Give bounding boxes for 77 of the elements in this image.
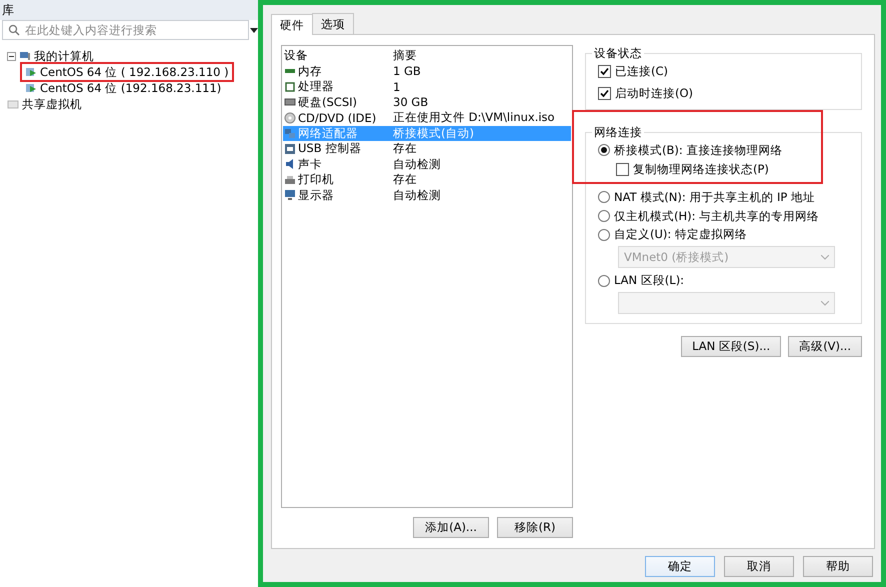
vm-icon <box>25 66 37 78</box>
device-row[interactable]: 处理器 1 <box>283 79 571 94</box>
network-button[interactable]: 高级(V)... <box>788 336 862 357</box>
option-label: 启动时连接(O) <box>615 86 694 101</box>
checkbox[interactable] <box>598 87 611 100</box>
computer-icon <box>19 50 31 62</box>
tree-item[interactable]: 我的计算机 <box>4 48 97 64</box>
device-summary: 存在 <box>392 172 418 188</box>
device-name: 硬盘(SCSI) <box>298 94 357 110</box>
usb-icon <box>284 142 296 155</box>
radio-button[interactable] <box>598 191 610 204</box>
option-label: 仅主机模式(H): 与主机共享的专用网络 <box>614 208 820 224</box>
dialog-button[interactable]: 取消 <box>724 556 794 577</box>
device-name: 声卡 <box>298 156 322 172</box>
option-label: 自定义(U): 特定虚拟网络 <box>614 227 747 242</box>
device-name: 内存 <box>298 64 322 79</box>
dialog-button[interactable]: 确定 <box>645 556 715 577</box>
network-icon <box>284 127 296 140</box>
column-header: 设备 <box>283 48 309 64</box>
device-button[interactable]: 移除(R) <box>497 517 573 538</box>
option-label: 复制物理网络连接状态(P) <box>633 162 769 177</box>
group-title: 网络连接 <box>592 125 644 140</box>
device-summary: 桥接模式(自动) <box>392 126 475 141</box>
option-label: 已连接(C) <box>615 64 668 79</box>
device-summary: 30 GB <box>392 95 430 110</box>
device-row[interactable]: 内存 1 GB <box>283 64 571 79</box>
dropdown-caret-icon[interactable] <box>250 28 258 32</box>
option-label: NAT 模式(N): 用于共享主机的 IP 地址 <box>614 190 815 205</box>
group-title: 设备状态 <box>592 46 644 61</box>
disc-icon <box>284 112 296 124</box>
vm-icon <box>25 82 37 94</box>
tree-item[interactable]: 共享虚拟机 <box>4 96 85 112</box>
checkbox[interactable] <box>616 162 629 176</box>
device-name: 打印机 <box>298 172 334 188</box>
device-name: 处理器 <box>298 79 334 94</box>
device-row[interactable]: 硬盘(SCSI) 30 GB <box>283 94 571 110</box>
device-summary: 1 GB <box>392 64 422 78</box>
chip-icon <box>284 80 296 93</box>
device-summary: 正在使用文件 D:\VM\linux.iso <box>392 110 556 126</box>
device-name: USB 控制器 <box>298 141 362 156</box>
tab[interactable]: 硬件 <box>271 14 313 35</box>
device-row[interactable]: 显示器 自动检测 <box>283 188 571 203</box>
monitor-icon <box>284 189 296 202</box>
tree-item[interactable]: CentOS 64 位 (192.168.23.111) <box>22 80 224 96</box>
device-summary: 自动检测 <box>392 156 442 172</box>
device-name: CD/DVD (IDE) <box>298 110 376 125</box>
device-summary: 自动检测 <box>392 188 442 203</box>
speaker-icon <box>284 158 296 170</box>
device-row[interactable]: USB 控制器 存在 <box>283 141 571 156</box>
device-name: 显示器 <box>298 188 334 203</box>
option-label: 桥接模式(B): 直接连接物理网络 <box>614 142 782 158</box>
radio-button[interactable] <box>598 210 610 222</box>
device-name: 网络适配器 <box>298 126 358 141</box>
dialog-button[interactable]: 帮助 <box>803 556 873 577</box>
shared-folder-icon <box>7 98 19 110</box>
search-field[interactable]: 在此处键入内容进行搜索 <box>2 20 249 40</box>
collapse-icon[interactable] <box>7 52 16 60</box>
option-label: LAN 区段(L): <box>614 273 684 288</box>
chevron-down-icon <box>821 254 829 260</box>
tab[interactable]: 选项 <box>312 13 354 34</box>
panel-title: 库 <box>2 3 14 17</box>
device-summary: 存在 <box>392 141 418 156</box>
device-row[interactable]: 打印机 存在 <box>283 172 571 188</box>
search-icon <box>8 24 20 36</box>
radio-button[interactable] <box>598 228 610 241</box>
device-row[interactable]: 声卡 自动检测 <box>283 156 571 172</box>
device-button[interactable]: 添加(A)... <box>413 517 489 538</box>
network-button[interactable]: LAN 区段(S)... <box>681 336 782 357</box>
checkbox[interactable] <box>598 65 611 78</box>
radio-button[interactable] <box>598 274 610 287</box>
device-row[interactable]: CD/DVD (IDE) 正在使用文件 D:\VM\linux.iso <box>283 110 571 126</box>
chevron-down-icon <box>821 300 829 306</box>
device-summary: 1 <box>392 80 402 94</box>
tree-item[interactable]: CentOS 64 位 ( 192.168.23.110 ) <box>22 64 232 80</box>
column-header: 摘要 <box>392 48 418 64</box>
printer-icon <box>284 174 296 186</box>
radio-button[interactable] <box>598 144 610 156</box>
